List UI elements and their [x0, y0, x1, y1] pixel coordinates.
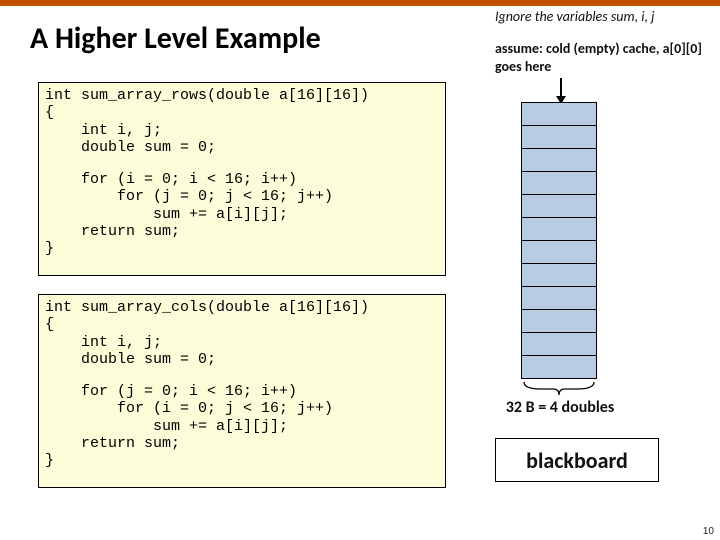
code-line: for (i = 0; i < 16; i++) — [45, 171, 297, 188]
cache-row — [521, 102, 597, 126]
code-line: int i, j; — [45, 334, 162, 351]
code-line: for (i = 0; j < 16; j++) — [45, 400, 333, 417]
code-line: { — [45, 316, 54, 333]
cache-row — [521, 309, 597, 333]
blackboard-label: blackboard — [526, 447, 628, 474]
code-line: } — [45, 240, 54, 257]
cache-diagram — [521, 102, 597, 379]
code-line: return sum; — [45, 223, 180, 240]
cache-row — [521, 125, 597, 149]
code-line: sum += a[i][j]; — [45, 418, 288, 435]
brace-label: 32 B = 4 doubles — [495, 398, 625, 417]
cache-row — [521, 194, 597, 218]
code-line: int sum_array_rows(double a[16][16]) — [45, 87, 369, 104]
cache-row — [521, 355, 597, 379]
cache-row — [521, 263, 597, 287]
cache-row — [521, 148, 597, 172]
code-line: int sum_array_cols(double a[16][16]) — [45, 299, 369, 316]
cache-row — [521, 171, 597, 195]
code-line: for (j = 0; i < 16; i++) — [45, 383, 297, 400]
code-line: double sum = 0; — [45, 139, 216, 156]
code-line: int i, j; — [45, 122, 162, 139]
code-line: return sum; — [45, 435, 180, 452]
page-number: 10 — [703, 526, 714, 537]
brace-icon — [523, 382, 595, 396]
note-ignore-vars: Ignore the variables sum, i, j — [495, 8, 654, 25]
code-box-rows: int sum_array_rows(double a[16][16]) { i… — [38, 82, 446, 276]
code-box-cols: int sum_array_cols(double a[16][16]) { i… — [38, 294, 446, 488]
code-line: double sum = 0; — [45, 351, 216, 368]
slide-title: A Higher Level Example — [30, 20, 321, 57]
code-line: sum += a[i][j]; — [45, 206, 288, 223]
cache-row — [521, 286, 597, 310]
note-assume: assume: cold (empty) cache, a[0][0] goes… — [495, 40, 705, 75]
blackboard-box: blackboard — [495, 438, 659, 482]
slide-body: A Higher Level Example Ignore the variab… — [0, 6, 720, 540]
cache-row — [521, 332, 597, 356]
cache-row — [521, 240, 597, 264]
cache-row — [521, 217, 597, 241]
code-line: } — [45, 452, 54, 469]
code-line: { — [45, 104, 54, 121]
code-line: for (j = 0; j < 16; j++) — [45, 188, 333, 205]
